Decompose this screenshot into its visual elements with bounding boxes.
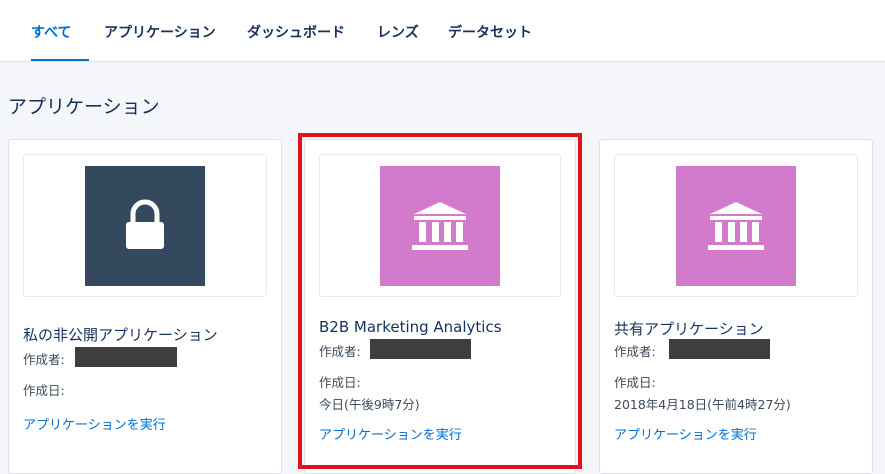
redacted-author <box>370 339 471 359</box>
bank-icon <box>412 202 468 250</box>
app-tile <box>380 166 500 286</box>
tab-all[interactable]: すべて <box>31 22 89 61</box>
app-thumbnail <box>23 154 267 297</box>
app-tile <box>676 166 796 286</box>
app-thumbnail <box>319 154 561 297</box>
app-card-shared[interactable]: 共有アプリケーション 作成者: 作成日: 2018年4月18日(午前4時27分)… <box>599 139 873 474</box>
author-label: 作成者: <box>319 344 361 359</box>
app-title: 私の非公開アプリケーション <box>23 326 218 344</box>
created-label: 作成日: <box>23 383 65 398</box>
redacted-author <box>75 347 177 367</box>
tab-dashboards[interactable]: ダッシュボード <box>247 22 345 61</box>
tab-lenses[interactable]: レンズ <box>377 22 419 61</box>
section-title: アプリケーション <box>8 96 160 118</box>
app-title: 共有アプリケーション <box>614 320 764 338</box>
created-date: 2018年4月18日(午前4時27分) <box>614 397 791 412</box>
tab-datasets[interactable]: データセット <box>448 22 532 61</box>
tab-applications[interactable]: アプリケーション <box>104 22 216 61</box>
app-card-b2b-marketing[interactable]: B2B Marketing Analytics 作成者: 作成日: 今日(午後9… <box>304 139 576 474</box>
run-app-link[interactable]: アプリケーションを実行 <box>319 424 462 443</box>
created-label: 作成日: <box>614 375 656 390</box>
created-label: 作成日: <box>319 375 361 390</box>
run-app-link[interactable]: アプリケーションを実行 <box>23 414 166 433</box>
lock-icon <box>126 199 164 249</box>
app-card-private[interactable]: 私の非公開アプリケーション 作成者: 作成日: アプリケーションを実行 <box>8 139 282 474</box>
bank-icon <box>708 202 764 250</box>
tab-bar: すべて アプリケーション ダッシュボード レンズ データセット <box>0 0 885 62</box>
author-label: 作成者: <box>23 352 65 367</box>
created-date: 今日(午後9時7分) <box>319 397 420 412</box>
app-thumbnail <box>614 154 858 297</box>
redacted-author <box>669 339 770 359</box>
author-label: 作成者: <box>614 344 656 359</box>
app-title: B2B Marketing Analytics <box>319 318 502 336</box>
run-app-link[interactable]: アプリケーションを実行 <box>614 424 757 443</box>
app-tile <box>85 166 205 286</box>
